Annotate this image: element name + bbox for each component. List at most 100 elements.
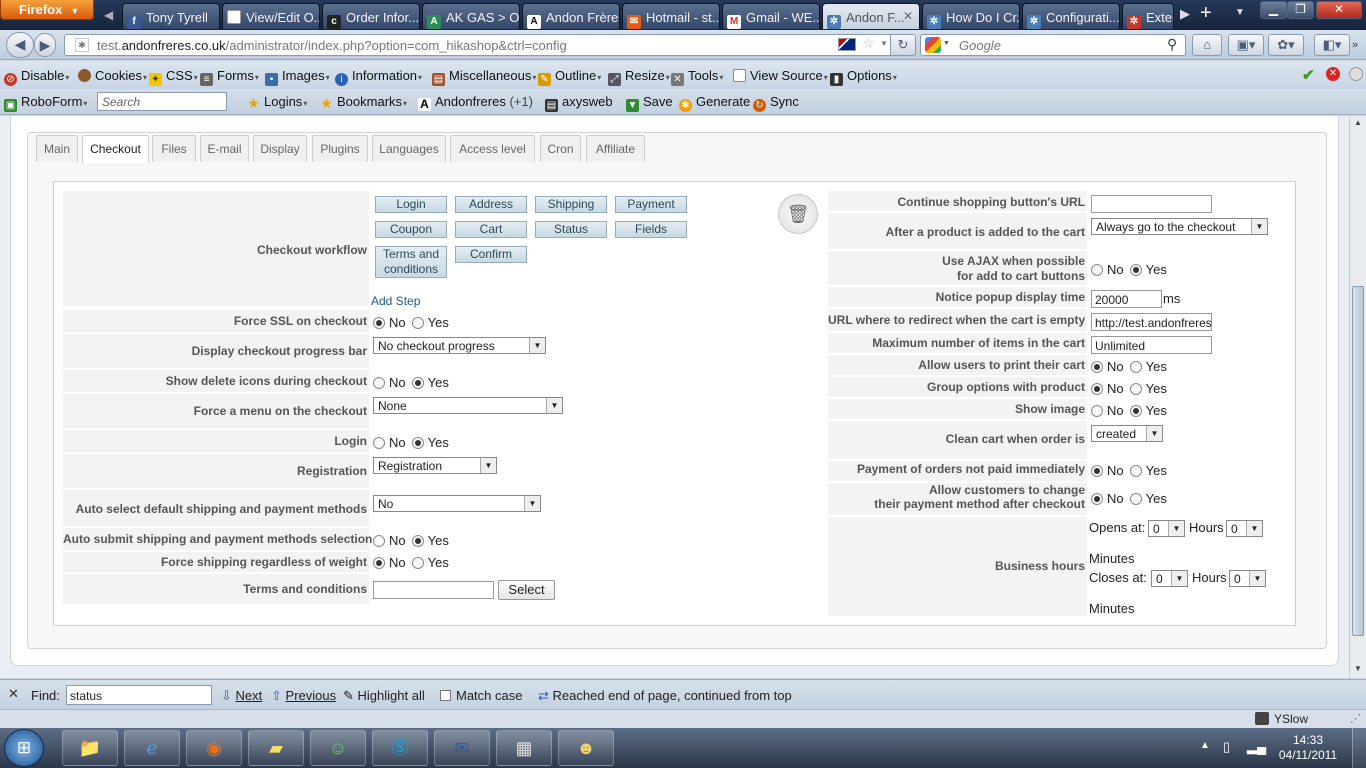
radio-yes[interactable] [1129,405,1142,417]
information-menu[interactable]: i Information▾ [335,68,422,86]
tab-main[interactable]: Main [36,135,78,162]
highlight-all-button[interactable]: ✎ Highlight all [343,688,425,704]
find-previous-button[interactable]: ⇧ Previous [271,688,336,704]
radio-yes[interactable] [1129,493,1142,505]
workflow-step-coupon[interactable]: Coupon [375,221,447,238]
tab-facebook[interactable]: f Tony Tyrell [122,3,220,29]
axysweb-login[interactable]: ▤ axysweb [545,94,613,112]
popup-time-input[interactable]: 20000 [1091,290,1162,308]
calculator-taskbar-icon[interactable]: ▦ [496,730,552,766]
overflow-icon[interactable]: » [1352,39,1358,51]
tab-extensions[interactable]: ✲Exten [1122,3,1174,29]
scroll-up-icon[interactable]: ▲ [1352,116,1364,130]
minimize-button[interactable]: ▁ [1260,1,1287,19]
scroll-down-icon[interactable]: ▼ [1352,662,1364,676]
new-tab-icon[interactable]: + [1200,2,1212,25]
site-identity-icon[interactable]: ✱ [75,38,89,52]
error-icon[interactable]: ✕ [1326,67,1340,81]
status-gray-icon[interactable] [1349,67,1363,81]
resize-grip-icon[interactable]: ⋰ [1350,712,1361,725]
show-desktop-button[interactable] [1352,728,1366,768]
workflow-step-shipping[interactable]: Shipping [535,196,607,213]
radio-yes[interactable] [411,557,424,569]
workflow-step-address[interactable]: Address [455,196,527,213]
radio-yes[interactable] [1129,361,1142,373]
auto-select-select[interactable]: No ▼ [373,495,541,512]
miscellaneous-menu[interactable]: ▤ Miscellaneous▾ [432,68,536,86]
close-hour-select[interactable]: 0 ▼ [1151,570,1188,587]
tab-view-edit[interactable]: View/Edit O... [222,3,320,29]
tab-order-info[interactable]: c Order Infor... [322,3,420,29]
system-clock[interactable]: 14:33 04/11/2011 [1273,733,1343,763]
open-minute-select[interactable]: 0 ▼ [1226,520,1263,537]
css-menu[interactable]: ✦ CSS▾ [149,68,198,86]
signal-tray-icon[interactable]: ▂▄ [1247,739,1266,755]
google-icon[interactable] [925,37,941,53]
tab-how-do-i[interactable]: ✲ How Do I Cr... [922,3,1020,29]
tab-scroll-right-icon[interactable]: ▶ [1180,6,1190,22]
andonfreres-login[interactable]: A Andonfreres (+1) [418,94,533,111]
firefox-taskbar-icon[interactable]: ◉ [186,730,242,766]
max-items-input[interactable]: Unlimited [1091,336,1212,354]
view-source-menu[interactable]: View Source▾ [733,68,828,83]
radio-yes[interactable] [411,535,424,547]
workflow-step-payment[interactable]: Payment [615,196,687,213]
after-add-select[interactable]: Always go to the checkout ▼ [1091,218,1268,235]
tab-ak-gas[interactable]: AAK GAS > O... [422,3,520,29]
forward-button[interactable]: ▶ [34,33,56,57]
radio-yes[interactable] [1129,264,1142,276]
workflow-step-login[interactable]: Login [375,196,447,213]
addon-tool-button[interactable]: ✿▾ [1268,34,1304,56]
url-dropdown-icon[interactable]: ▼ [880,39,888,48]
yslow-button[interactable]: YSlow [1255,712,1308,726]
redirect-url-input[interactable]: http://test.andonfreres.co [1091,313,1212,331]
tab-plugins[interactable]: Plugins [312,135,368,162]
tab-checkout[interactable]: Checkout [82,135,149,163]
close-tab-icon[interactable]: ✕ [903,9,913,23]
outline-menu[interactable]: ✎ Outline▾ [538,68,601,86]
extension-menu-button[interactable]: ◧▾ [1314,34,1350,56]
maximize-button[interactable]: ❐ [1287,1,1314,19]
radio-yes[interactable] [411,317,424,329]
cookies-menu[interactable]: Cookies▾ [78,68,147,83]
close-find-bar-icon[interactable]: ✕ [8,686,19,702]
continue-url-input[interactable] [1091,195,1212,213]
internet-explorer-taskbar-icon[interactable]: ℯ [124,730,180,766]
roboform-save-button[interactable]: ▼ Save [626,94,673,112]
reload-button[interactable]: ↻ [890,34,916,56]
close-minute-select[interactable]: 0 ▼ [1229,570,1266,587]
tools-menu[interactable]: ✕ Tools▾ [671,68,723,86]
open-hour-select[interactable]: 0 ▼ [1148,520,1185,537]
show-hidden-icons[interactable]: ▲ [1200,740,1210,751]
find-next-button[interactable]: ⇩ Next [221,688,262,704]
workflow-step-cart[interactable]: Cart [455,221,527,238]
close-window-button[interactable]: ✕ [1316,1,1362,19]
vertical-scrollbar[interactable]: ▲ ▼ [1349,116,1366,678]
search-engine-dropdown-icon[interactable]: ▼ [943,40,950,47]
radio-no[interactable] [373,557,385,569]
radio-no[interactable] [1091,264,1103,276]
tab-scroll-left-icon[interactable]: ◀ [104,8,113,22]
validation-ok-icon[interactable]: ✔ [1302,66,1315,84]
options-menu[interactable]: ▮ Options▾ [830,68,897,86]
workflow-step-terms[interactable]: Terms and conditions [375,246,447,278]
explorer-taskbar-icon[interactable]: 📁 [62,730,118,766]
roboform-menu[interactable]: ▣ RoboForm▾ [4,94,87,112]
home-button[interactable]: ⌂ [1192,34,1222,56]
back-button[interactable]: ◀ [6,32,34,58]
sticky-notes-taskbar-icon[interactable]: ▰ [248,730,304,766]
workflow-step-confirm[interactable]: Confirm [455,246,527,263]
tab-languages[interactable]: Languages [372,135,446,162]
resize-menu[interactable]: ⤢ Resize▾ [608,68,670,86]
force-menu-select[interactable]: None ▼ [373,397,563,414]
radio-no[interactable] [1091,383,1103,395]
disable-menu[interactable]: ⊘ Disable▾ [4,68,69,86]
terms-input[interactable] [373,581,494,599]
add-step-link[interactable]: Add Step [371,294,420,308]
workflow-step-fields[interactable]: Fields [615,221,687,238]
tab-files[interactable]: Files [152,135,196,162]
thunderbird-taskbar-icon[interactable]: ✉ [434,730,490,766]
roboform-generate-button[interactable]: ✱ Generate [679,94,750,112]
messenger-taskbar-icon[interactable]: ☺ [310,730,366,766]
radio-no[interactable] [373,317,385,329]
